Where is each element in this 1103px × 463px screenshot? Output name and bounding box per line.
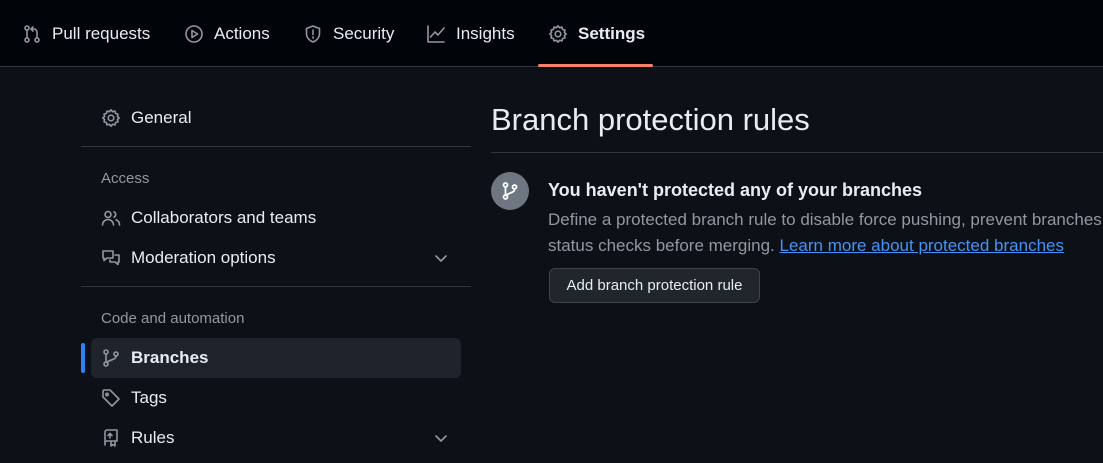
- blankslate-icon-circle: [491, 172, 529, 210]
- pull-request-icon: [24, 24, 40, 43]
- sidebar-item-branches[interactable]: Branches: [91, 338, 461, 378]
- tab-label: Insights: [456, 23, 515, 43]
- sidebar-divider: [81, 146, 471, 147]
- play-circle-icon: [185, 24, 203, 43]
- chevron-down-icon[interactable]: [431, 248, 451, 268]
- sidebar-item-rules[interactable]: Rules: [91, 418, 461, 458]
- active-item-indicator: [81, 343, 85, 373]
- title-divider: [491, 152, 1103, 153]
- blankslate-heading: You haven't protected any of your branch…: [548, 180, 923, 200]
- shield-icon: [305, 24, 321, 43]
- tab-actions[interactable]: Actions: [184, 0, 270, 67]
- sidebar-item-general[interactable]: General: [91, 98, 461, 138]
- tab-security[interactable]: Security: [303, 0, 394, 67]
- add-branch-protection-rule-button[interactable]: Add branch protection rule: [549, 268, 760, 303]
- learn-more-link[interactable]: Learn more about protected branches: [780, 236, 1064, 255]
- tab-settings[interactable]: Settings: [548, 0, 645, 67]
- page-title: Branch protection rules: [491, 102, 810, 137]
- gear-icon: [549, 24, 567, 43]
- sidebar-item-label: General: [131, 108, 192, 127]
- description-line: Define a protected branch rule to disabl…: [548, 210, 1103, 229]
- sidebar-heading-access: Access: [101, 170, 150, 187]
- tab-label: Actions: [214, 23, 270, 43]
- git-branch-icon: [103, 349, 119, 367]
- settings-sidebar: General Access Collaborators and teams M…: [81, 67, 471, 463]
- tab-label: Security: [333, 23, 395, 43]
- description-text: status checks before merging.: [548, 236, 775, 255]
- sidebar-item-tags[interactable]: Tags: [91, 378, 461, 418]
- tab-insights[interactable]: Insights: [426, 0, 515, 67]
- sidebar-divider: [81, 286, 471, 287]
- blankslate-description: Define a protected branch rule to disabl…: [548, 207, 1103, 259]
- sidebar-heading-code-automation: Code and automation: [101, 310, 245, 327]
- description-line: status checks before merging. Learn more…: [548, 233, 1103, 259]
- git-branch-icon: [502, 182, 518, 200]
- sidebar-item-label: Tags: [131, 388, 167, 407]
- sidebar-item-label: Rules: [131, 428, 175, 447]
- sidebar-item-label: Moderation options: [131, 248, 276, 267]
- people-icon: [101, 210, 121, 226]
- sidebar-item-moderation[interactable]: Moderation options: [91, 238, 461, 278]
- repo-nav: Pull requests Actions Security Insights …: [0, 0, 1103, 67]
- repo-push-icon: [104, 429, 118, 447]
- chevron-down-icon[interactable]: [431, 428, 451, 448]
- sidebar-item-collaborators[interactable]: Collaborators and teams: [91, 198, 461, 238]
- selected-tab-underline: [538, 64, 653, 67]
- gear-icon: [102, 109, 120, 127]
- tag-icon: [102, 389, 120, 407]
- tab-label: Pull requests: [52, 23, 151, 43]
- tab-label: Settings: [578, 23, 646, 43]
- sidebar-item-label: Branches: [131, 348, 209, 367]
- sidebar-item-label: Collaborators and teams: [131, 208, 317, 227]
- tab-pull-requests[interactable]: Pull requests: [22, 0, 150, 67]
- comment-discussion-icon: [102, 250, 120, 266]
- graph-icon: [427, 24, 445, 43]
